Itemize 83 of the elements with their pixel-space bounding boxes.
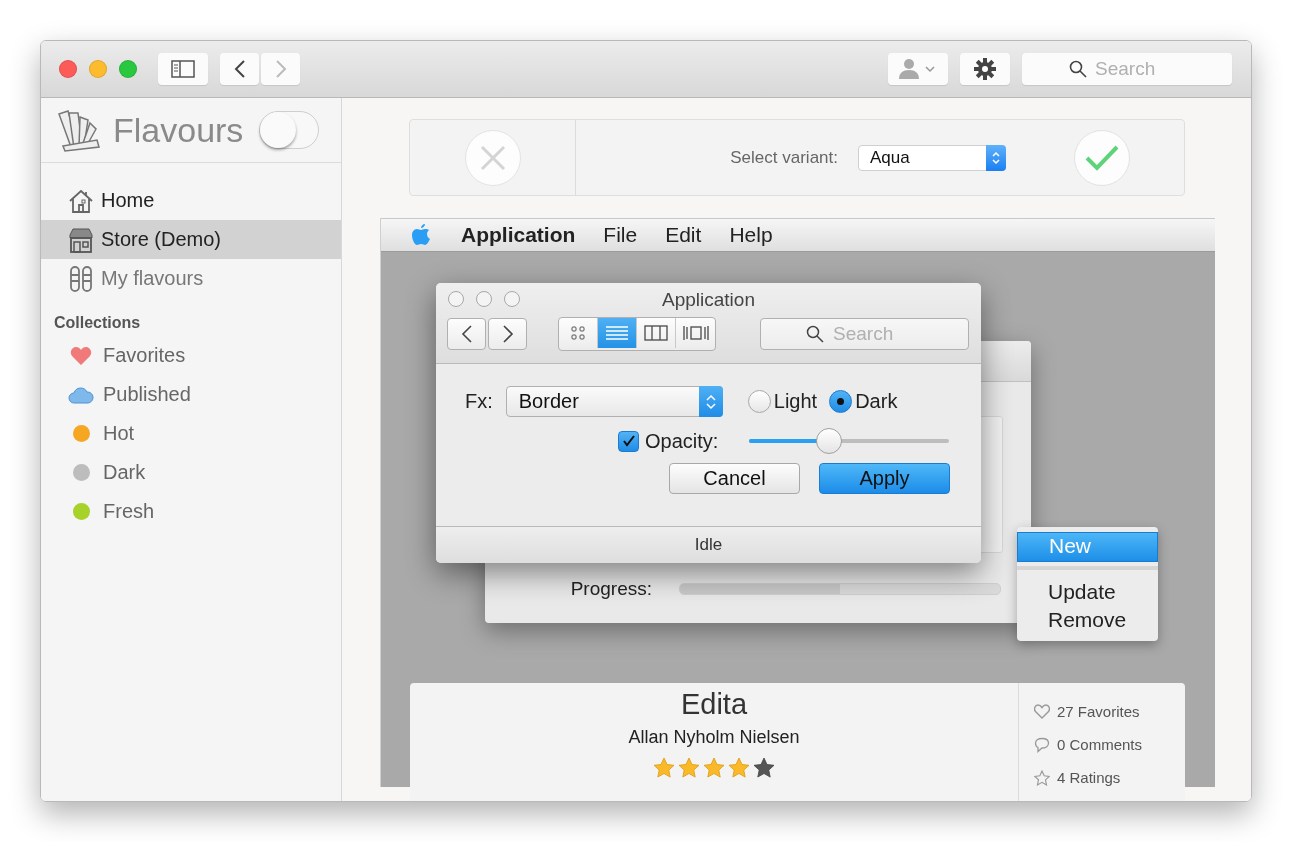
apple-icon — [411, 224, 431, 246]
status-text: Idle — [694, 535, 723, 555]
search-icon — [806, 325, 824, 343]
card-title: Edita — [680, 688, 748, 721]
stat-text: 0 Comments — [1057, 736, 1143, 753]
menu-item[interactable]: Update — [1017, 578, 1158, 606]
columns-icon — [644, 325, 668, 341]
checkbox[interactable] — [618, 430, 639, 452]
back-button[interactable] — [447, 318, 486, 350]
search-field[interactable]: Search — [760, 318, 969, 350]
store-icon — [67, 225, 95, 254]
chevron-left-icon — [233, 59, 246, 79]
window-title: Application — [662, 289, 755, 311]
toggle-switch[interactable] — [259, 111, 319, 149]
sidebar-item[interactable]: Store (Demo) — [41, 220, 341, 259]
radio-option[interactable]: Dark — [829, 390, 898, 413]
swatch-fan-icon — [55, 108, 101, 152]
cloud-icon — [68, 385, 94, 404]
star-icon — [678, 757, 700, 778]
heart-icon — [70, 345, 92, 366]
sidebar-toggle-button[interactable] — [158, 53, 208, 85]
heart-icon — [1034, 704, 1050, 719]
chevron-left-icon — [460, 324, 473, 344]
star-icon — [1034, 769, 1050, 786]
apply-button[interactable]: Apply — [819, 463, 950, 494]
star-icon — [753, 757, 775, 778]
stat-text: 4 Ratings — [1057, 769, 1121, 786]
user-menu-button[interactable] — [888, 53, 948, 85]
zoom-button[interactable] — [119, 60, 137, 78]
section-heading: Collections — [54, 314, 142, 332]
minimize-button[interactable] — [89, 60, 107, 78]
collection-item[interactable]: Hot — [41, 414, 341, 453]
progress-label: Progress: — [569, 578, 652, 600]
sidebar-item[interactable]: Home — [41, 181, 341, 220]
minimize-button[interactable] — [476, 291, 492, 307]
view-mode-button[interactable] — [598, 318, 637, 348]
star-icon — [728, 757, 750, 778]
stepper-icon — [991, 149, 1001, 166]
variant-label: Select variant: — [730, 147, 838, 168]
menu-item[interactable]: Application — [461, 223, 576, 247]
variant-select[interactable]: Aqua — [858, 144, 1006, 171]
slider-thumb[interactable] — [816, 428, 842, 454]
collection-item[interactable]: Published — [41, 375, 341, 414]
author-name: Allan Nyholm Nielsen — [628, 727, 800, 748]
collection-item[interactable]: Dark — [41, 453, 341, 492]
menu-item[interactable]: File — [603, 223, 638, 247]
app-name: Flavours — [113, 110, 244, 150]
cancel-button[interactable]: Cancel — [669, 463, 800, 494]
cover-flow-icon — [681, 325, 710, 341]
radio-button[interactable] — [747, 390, 771, 413]
close-icon — [479, 144, 506, 171]
collection-item[interactable]: Favorites — [41, 336, 341, 375]
search-icon — [1069, 60, 1087, 78]
star-icon — [703, 757, 725, 778]
settings-button[interactable] — [960, 53, 1010, 85]
back-button[interactable] — [220, 53, 259, 85]
list-icon — [605, 325, 629, 341]
chevron-right-icon — [274, 59, 287, 79]
sidebar-icon — [171, 60, 195, 78]
radio-button[interactable] — [829, 390, 853, 413]
radio-option[interactable]: Light — [747, 390, 818, 413]
zoom-button[interactable] — [504, 291, 520, 307]
user-icon — [899, 58, 937, 80]
collection-item[interactable]: Fresh — [41, 492, 341, 531]
opacity-label: Opacity: — [645, 429, 719, 453]
close-button[interactable] — [448, 291, 464, 307]
close-button[interactable] — [59, 60, 77, 78]
checkmark-icon — [621, 434, 636, 448]
menu-item[interactable]: Remove — [1017, 606, 1158, 634]
opacity-slider[interactable] — [749, 427, 949, 455]
star-icon — [653, 757, 675, 778]
grid-icon — [570, 325, 586, 341]
forward-button[interactable] — [488, 318, 527, 350]
checkmark-icon — [1085, 144, 1119, 171]
stat-text: 27 Favorites — [1057, 703, 1140, 720]
fx-label: Fx: — [465, 390, 493, 413]
search-field[interactable]: Search — [1022, 53, 1232, 85]
menu-item[interactable]: Edit — [665, 223, 702, 247]
menu-item[interactable]: Help — [729, 223, 773, 247]
chevron-right-icon — [501, 324, 514, 344]
speech-bubble-icon — [1034, 736, 1050, 753]
fx-select[interactable]: Border — [505, 386, 723, 417]
swatch-icon — [67, 264, 95, 293]
